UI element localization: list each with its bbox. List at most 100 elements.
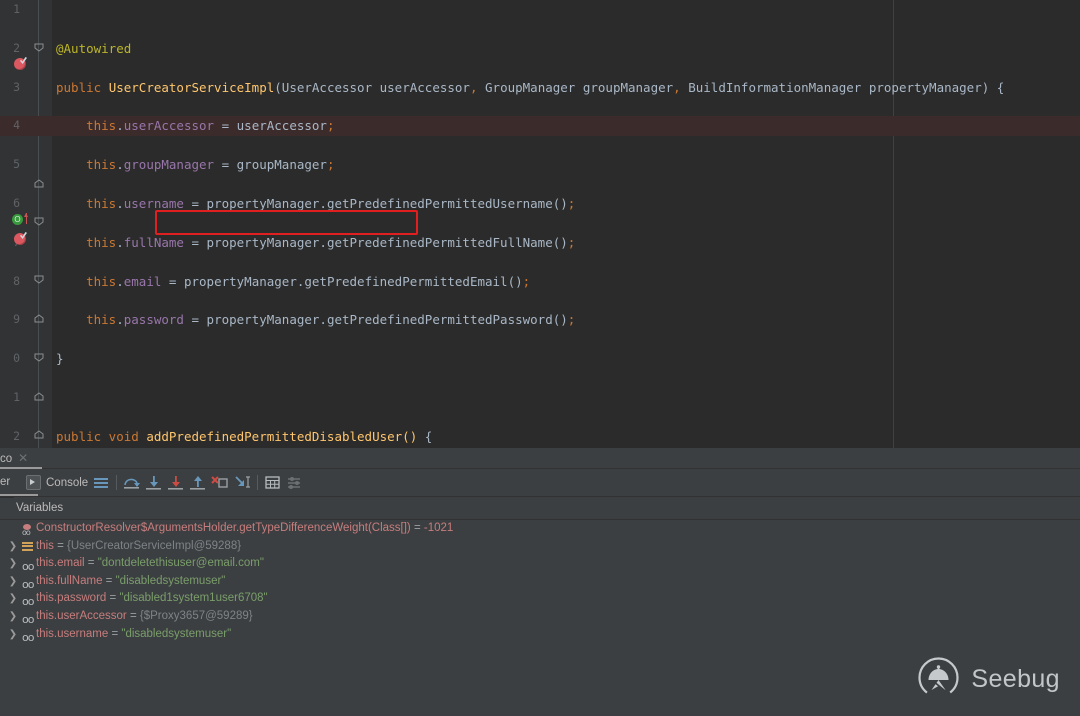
equals-sign: =	[130, 610, 137, 622]
step-out-icon[interactable]	[187, 472, 209, 493]
code-line[interactable]: 2 @Autowired	[0, 39, 1080, 58]
variables-list[interactable]: oo ConstructorResolver$ArgumentsHolder.g…	[0, 520, 1080, 650]
code-line[interactable]: 5 this.groupManager = groupManager;	[0, 155, 1080, 174]
code-line[interactable]: 6 this.username = propertyManager.getPre…	[0, 194, 1080, 213]
variable-text: this = {UserCreatorServiceImpl@59288}	[36, 538, 241, 556]
breakpoint-icon[interactable]	[14, 233, 26, 245]
fold-open-icon[interactable]	[34, 275, 44, 284]
show-execution-point-icon[interactable]	[90, 472, 112, 493]
fold-close-icon[interactable]	[34, 314, 44, 323]
mute-breakpoints-icon[interactable]	[284, 472, 306, 493]
method-name: addPredefinedPermittedDisabledUser()	[146, 429, 417, 444]
debug-tool-window[interactable]: co ✕ er Console	[0, 448, 1080, 716]
fold-close-icon[interactable]	[34, 430, 44, 439]
fold-open-icon[interactable]	[34, 353, 44, 362]
method-override-icon[interactable]: O	[12, 214, 23, 225]
code-text: this.email = propertyManager.getPredefin…	[56, 272, 530, 291]
variable-name: this.email	[36, 557, 85, 569]
code-text: this.password = propertyManager.getPrede…	[56, 310, 575, 329]
variable-text: this.userAccessor = {$Proxy3657@59289}	[36, 608, 253, 626]
code-lines[interactable]: 1 2 @Autowired 3 public UserCreatorServi…	[0, 0, 1080, 446]
line-number: 3	[0, 78, 20, 97]
header-divider	[0, 497, 14, 498]
expand-arrow-icon[interactable]: ❯	[8, 573, 18, 591]
equals-sign: =	[106, 575, 113, 587]
variable-name: this.username	[36, 628, 108, 640]
code-line[interactable]: 7 this.fullName = propertyManager.getPre…	[0, 233, 1080, 252]
expand-arrow-icon[interactable]: ❯	[8, 555, 18, 573]
code-line[interactable]: 3 public UserCreatorServiceImpl(UserAcce…	[0, 78, 1080, 97]
variable-row[interactable]: ❯ oo this.password = "disabled1system1us…	[0, 590, 1080, 608]
variable-row[interactable]: ❯ oo this.email = "dontdeletethisuser@em…	[0, 555, 1080, 573]
line-number: 8	[0, 272, 20, 291]
oo-icon: oo	[22, 630, 33, 648]
variable-row[interactable]: ❯ oo this.username = "disabledsystemuser…	[0, 626, 1080, 644]
variable-name: this.password	[36, 592, 106, 604]
drop-frame-icon[interactable]	[209, 472, 231, 493]
expand-arrow-icon[interactable]: ❯	[8, 608, 18, 626]
code-text: @Autowired	[56, 39, 131, 58]
fold-open-icon[interactable]	[34, 43, 44, 52]
debug-toolbar[interactable]: er Console	[0, 469, 1080, 497]
variable-value: "dontdeletethisuser@email.com"	[98, 557, 264, 569]
variable-text: ConstructorResolver$ArgumentsHolder.getT…	[36, 520, 453, 538]
code-editor[interactable]: 1 2 @Autowired 3 public UserCreatorServi…	[0, 0, 1080, 448]
variable-row[interactable]: oo ConstructorResolver$ArgumentsHolder.g…	[0, 520, 1080, 538]
debugger-tab-label: er	[0, 476, 10, 488]
breakpoint-icon[interactable]	[14, 58, 26, 70]
code-line[interactable]: 1	[0, 388, 1080, 407]
debug-actions[interactable]	[90, 472, 306, 493]
variable-row[interactable]: ❯ oo this.userAccessor = {$Proxy3657@592…	[0, 608, 1080, 626]
code-line[interactable]: 2 public void addPredefinedPermittedDisa…	[0, 427, 1080, 446]
variable-text: this.fullName = "disabledsystemuser"	[36, 573, 225, 591]
debug-session-tab[interactable]: co ✕	[0, 448, 36, 468]
code-line[interactable]: 0 }	[0, 349, 1080, 368]
close-icon[interactable]: ✕	[18, 451, 28, 465]
code-line[interactable]: 9 this.password = propertyManager.getPre…	[0, 310, 1080, 329]
variables-header-label: Variables	[16, 497, 63, 519]
line-number: 1	[0, 0, 20, 19]
code-text: this.fullName = propertyManager.getPrede…	[56, 233, 575, 252]
line-number: 2	[0, 39, 20, 58]
line-number: 4	[0, 116, 20, 135]
evaluate-expression-icon[interactable]	[262, 472, 284, 493]
code-line[interactable]: 8 this.email = propertyManager.getPredef…	[0, 272, 1080, 291]
line-number: 9	[0, 310, 20, 329]
console-tab-label: Console	[46, 477, 88, 489]
debugger-tab[interactable]: er	[0, 469, 18, 496]
fold-close-icon[interactable]	[34, 179, 44, 188]
debug-tabstrip[interactable]: co ✕	[0, 448, 1080, 469]
expand-arrow-icon[interactable]: ❯	[8, 590, 18, 608]
seebug-logo-icon	[917, 656, 960, 702]
step-into-icon[interactable]	[143, 472, 165, 493]
code-line[interactable]: 4 this.userAccessor = userAccessor;	[0, 116, 1080, 135]
variable-row[interactable]: ❯ oo this.fullName = "disabledsystemuser…	[0, 573, 1080, 591]
code-text: public UserCreatorServiceImpl(UserAccess…	[56, 78, 1004, 97]
code-text: this.groupManager = groupManager;	[56, 155, 334, 174]
fold-close-icon[interactable]	[34, 392, 44, 401]
step-over-icon[interactable]	[121, 472, 143, 493]
variable-value: -1021	[424, 522, 453, 534]
equals-sign: =	[110, 592, 117, 604]
equals-sign: =	[111, 628, 118, 640]
variable-text: this.email = "dontdeletethisuser@email.c…	[36, 555, 264, 573]
debug-session-tab-label: co	[0, 453, 12, 465]
variables-header: Variables	[0, 497, 1080, 520]
console-tab[interactable]: Console	[26, 474, 88, 491]
fold-open-icon[interactable]	[34, 217, 44, 226]
variable-row[interactable]: ❯ this = {UserCreatorServiceImpl@59288}	[0, 538, 1080, 556]
ide-window: 1 2 @Autowired 3 public UserCreatorServi…	[0, 0, 1080, 716]
variable-name: this	[36, 540, 54, 552]
toolbar-separator	[257, 475, 258, 490]
code-line[interactable]: 1	[0, 0, 1080, 19]
force-step-into-icon[interactable]	[165, 472, 187, 493]
watermark: Seebug	[917, 656, 1060, 702]
toolbar-separator	[116, 475, 117, 490]
variable-value: "disabled1system1user6708"	[119, 592, 267, 604]
expand-arrow-icon[interactable]: ❯	[8, 626, 18, 644]
expand-arrow-icon[interactable]: ❯	[8, 538, 18, 556]
code-text: this.userAccessor = userAccessor;	[56, 116, 334, 135]
code-text: this.username = propertyManager.getPrede…	[56, 194, 575, 213]
run-to-cursor-icon[interactable]	[231, 472, 253, 493]
line-number: 6	[0, 194, 20, 213]
